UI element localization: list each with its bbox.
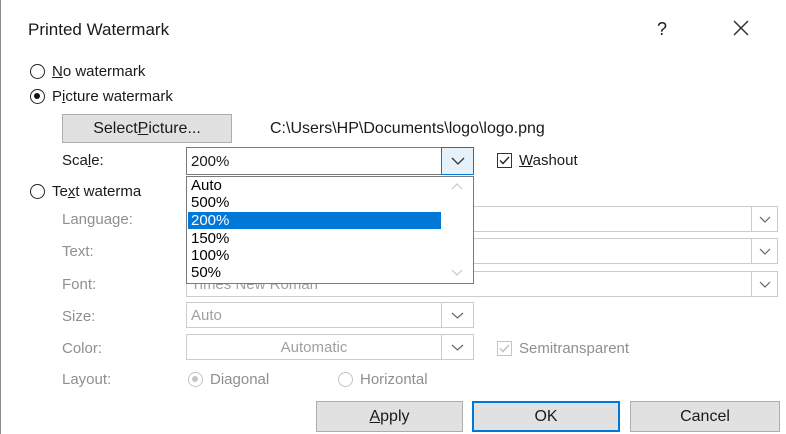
scale-option-200[interactable]: 200% — [188, 212, 443, 229]
washout-label: Washout — [519, 152, 578, 169]
semitransparent-label: Semitransparent — [519, 340, 630, 357]
help-button[interactable]: ? — [652, 16, 672, 42]
semitransparent-option[interactable]: Semitransparent — [497, 340, 629, 357]
close-icon — [733, 20, 749, 36]
size-combobox-input[interactable]: Auto — [186, 302, 442, 328]
dropdown-scrollbar[interactable] — [441, 177, 473, 283]
chevron-down-icon — [759, 216, 770, 223]
chevron-down-icon — [451, 312, 464, 319]
size-label: Size: — [62, 308, 96, 325]
select-picture-label-prefix: Select — [93, 119, 138, 137]
scale-option-100[interactable]: 100% — [188, 247, 443, 264]
printed-watermark-dialog: Printed Watermark ? No watermark Picture… — [0, 0, 786, 434]
chevron-down-icon — [759, 281, 770, 288]
scale-dropdown-button[interactable] — [441, 147, 474, 175]
text-dropdown-button[interactable] — [751, 238, 778, 264]
picture-watermark-label: Picture watermark — [52, 88, 173, 105]
ok-button[interactable]: OK — [472, 401, 620, 432]
color-label: Color: — [62, 340, 103, 357]
no-watermark-option[interactable]: No watermark — [30, 63, 145, 80]
picture-path: C:\Users\HP\Documents\logo\logo.png — [270, 120, 545, 137]
no-watermark-radio[interactable] — [30, 64, 45, 79]
cancel-button[interactable]: Cancel — [630, 401, 780, 432]
dialog-title: Printed Watermark — [28, 20, 170, 39]
select-picture-label-rest: icture... — [148, 119, 201, 137]
chevron-down-icon — [451, 269, 463, 276]
semitransparent-checkbox[interactable] — [497, 341, 512, 356]
picture-watermark-radio[interactable] — [30, 89, 45, 104]
washout-checkbox[interactable] — [497, 153, 512, 168]
scale-combobox-input[interactable]: 200% — [186, 147, 442, 175]
no-watermark-label: No watermark — [52, 63, 146, 80]
language-dropdown-button[interactable] — [751, 206, 778, 232]
apply-label-rest: pply — [380, 407, 410, 425]
washout-option[interactable]: Washout — [497, 152, 578, 169]
layout-horizontal-option[interactable]: Horizontal — [338, 371, 428, 388]
scale-option-500[interactable]: 500% — [188, 194, 443, 211]
text-watermark-option[interactable]: Text waterma — [30, 183, 141, 200]
close-button[interactable] — [726, 13, 756, 43]
language-label: Language: — [62, 211, 133, 228]
checkmark-icon — [499, 344, 510, 353]
chevron-up-icon — [451, 183, 463, 190]
checkmark-icon — [499, 156, 510, 165]
color-select[interactable]: Automatic — [186, 334, 442, 360]
select-picture-button[interactable]: Select Picture... — [62, 114, 232, 143]
font-label: Font: — [62, 276, 97, 293]
chevron-down-icon — [451, 344, 464, 351]
dialog-border — [0, 0, 1, 434]
color-dropdown-button[interactable] — [441, 334, 474, 360]
picture-watermark-option[interactable]: Picture watermark — [30, 88, 173, 105]
select-picture-accel: P — [137, 119, 149, 137]
scale-label: Scale: — [62, 152, 104, 169]
text-label: Text: — [62, 243, 94, 260]
scale-dropdown-list[interactable]: Auto 500% 200% 150% 100% 50% — [186, 176, 474, 284]
horizontal-radio[interactable] — [338, 372, 353, 387]
diagonal-label: Diagonal — [210, 371, 270, 388]
scale-option-150[interactable]: 150% — [188, 230, 443, 247]
text-watermark-radio[interactable] — [30, 184, 45, 199]
scale-option-auto[interactable]: Auto — [188, 177, 443, 194]
size-dropdown-button[interactable] — [441, 302, 474, 328]
diagonal-radio[interactable] — [188, 372, 203, 387]
layout-diagonal-option[interactable]: Diagonal — [188, 371, 269, 388]
apply-button[interactable]: Apply — [316, 401, 463, 432]
apply-accel: A — [369, 407, 381, 425]
layout-label: Layout: — [62, 371, 112, 388]
horizontal-label: Horizontal — [360, 371, 428, 388]
text-watermark-label: Text waterma — [52, 183, 142, 200]
font-dropdown-button[interactable] — [751, 271, 778, 297]
scale-option-50[interactable]: 50% — [188, 264, 443, 281]
chevron-down-icon — [759, 248, 770, 255]
chevron-down-icon — [451, 157, 464, 165]
